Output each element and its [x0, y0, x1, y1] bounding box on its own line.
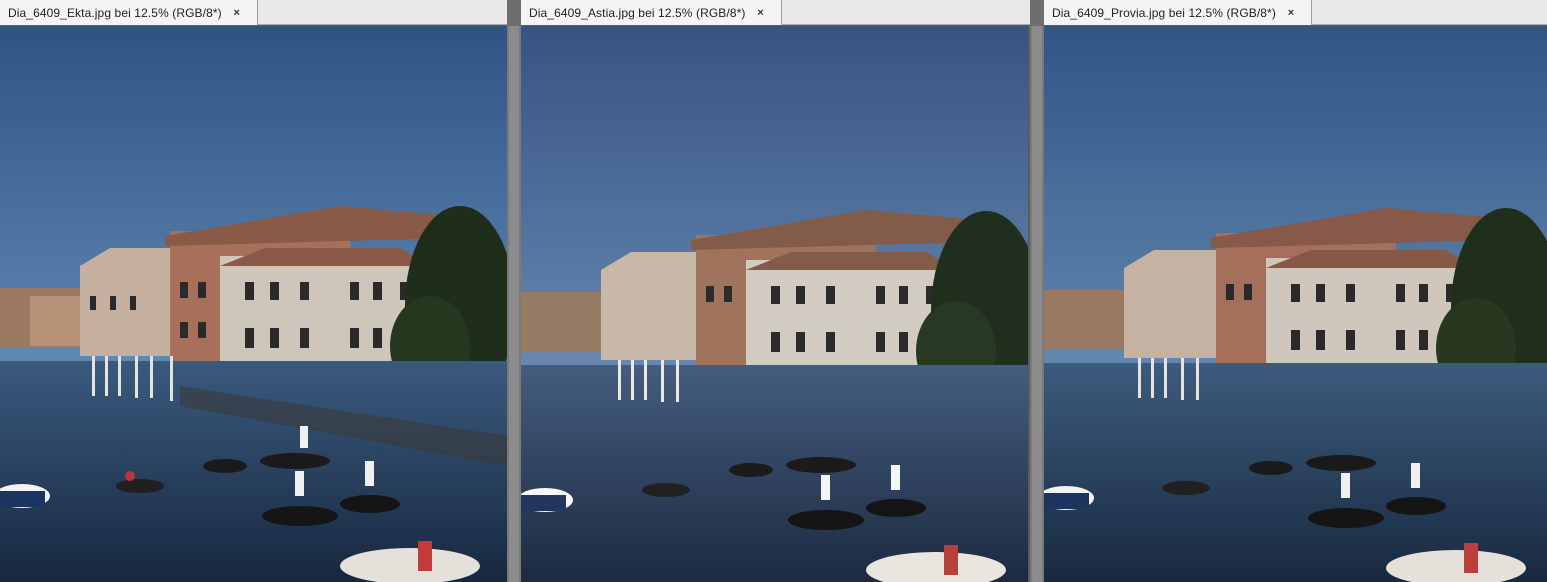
vertical-scrollbar[interactable]: [507, 26, 521, 582]
close-icon[interactable]: ×: [1280, 7, 1302, 19]
document-window-ekta[interactable]: Dia_6409_Ekta.jpg bei 12.5% (RGB/8*) ×: [0, 0, 507, 582]
image-canvas-astia[interactable]: [521, 26, 1028, 582]
workspace: Dia_6409_Ekta.jpg bei 12.5% (RGB/8*) × D…: [0, 0, 1547, 582]
tab-title: Dia_6409_Astia.jpg bei 12.5% (RGB/8*): [529, 5, 746, 20]
tab-title: Dia_6409_Ekta.jpg bei 12.5% (RGB/8*): [8, 5, 222, 20]
tab-title: Dia_6409_Provia.jpg bei 12.5% (RGB/8*): [1052, 5, 1276, 20]
document-window-provia[interactable]: Dia_6409_Provia.jpg bei 12.5% (RGB/8*) ×: [1044, 0, 1547, 582]
document-window-astia[interactable]: Dia_6409_Astia.jpg bei 12.5% (RGB/8*) ×: [521, 0, 1030, 582]
image-canvas-provia[interactable]: [1044, 26, 1547, 582]
close-icon[interactable]: ×: [226, 7, 248, 19]
photo-venice-canal: [521, 26, 1028, 582]
image-canvas-ekta[interactable]: [0, 26, 507, 582]
document-tab-astia[interactable]: Dia_6409_Astia.jpg bei 12.5% (RGB/8*) ×: [521, 0, 782, 25]
scrollbar-thumb[interactable]: [1032, 26, 1042, 582]
tab-bar: Dia_6409_Provia.jpg bei 12.5% (RGB/8*) ×: [1044, 0, 1547, 25]
scrollbar-thumb[interactable]: [509, 26, 519, 582]
photo-venice-canal: [1044, 26, 1547, 582]
close-icon[interactable]: ×: [750, 7, 772, 19]
photo-venice-canal: [0, 26, 507, 582]
vertical-scrollbar[interactable]: [1030, 26, 1044, 582]
document-tab-provia[interactable]: Dia_6409_Provia.jpg bei 12.5% (RGB/8*) ×: [1044, 0, 1312, 25]
document-tab-ekta[interactable]: Dia_6409_Ekta.jpg bei 12.5% (RGB/8*) ×: [0, 0, 258, 25]
tab-bar: Dia_6409_Astia.jpg bei 12.5% (RGB/8*) ×: [521, 0, 1030, 25]
tab-bar: Dia_6409_Ekta.jpg bei 12.5% (RGB/8*) ×: [0, 0, 507, 25]
